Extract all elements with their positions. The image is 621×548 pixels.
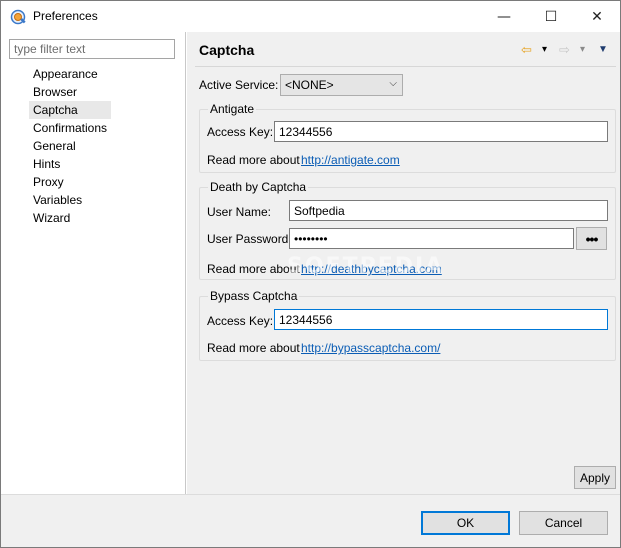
forward-history-menu-icon[interactable]: ▾: [580, 42, 585, 58]
dbc-read-more-label: Read more about: [207, 262, 300, 276]
close-button[interactable]: ✕: [574, 1, 620, 32]
bypass-access-key-input[interactable]: [274, 309, 608, 330]
tree-item-general[interactable]: General: [29, 137, 111, 155]
bypass-link[interactable]: http://bypasscaptcha.com/: [301, 341, 440, 355]
title-bar[interactable]: Preferences — ☐ ✕: [1, 1, 620, 32]
tree-item-proxy[interactable]: Proxy: [29, 173, 111, 191]
reveal-password-dots: •••: [585, 230, 599, 247]
forward-arrow-icon[interactable]: ⇨: [559, 42, 570, 58]
active-service-label: Active Service:: [199, 78, 279, 92]
view-menu-icon[interactable]: ▼: [598, 42, 608, 58]
window-title: Preferences: [33, 9, 98, 23]
apply-button-label: Apply: [579, 470, 611, 485]
preference-page: Captcha ⇦ ▾ ⇨ ▾ ▼ Active Service: <NONE>…: [187, 32, 620, 494]
tree-item-variables[interactable]: Variables: [29, 191, 111, 209]
minimize-icon: —: [497, 8, 511, 25]
tree-item-captcha[interactable]: Captcha: [29, 101, 112, 119]
dbc-password-input[interactable]: [289, 228, 574, 249]
active-service-value: <NONE>: [285, 78, 334, 92]
death-by-captcha-group-title: Death by Captcha: [208, 180, 309, 194]
ok-button-label: OK: [456, 516, 475, 530]
dbc-link[interactable]: http://deathbycaptcha.com: [301, 262, 442, 276]
header-divider: [195, 66, 616, 67]
active-service-select[interactable]: <NONE> ⌵: [280, 74, 403, 96]
preferences-tree: Appearance Browser Captcha Confirmations Gen…: [29, 65, 112, 227]
preferences-window: Preferences — ☐ ✕ AppearanceBrowserCaptc…: [0, 0, 621, 548]
close-icon: ✕: [591, 8, 603, 25]
minimize-button[interactable]: —: [481, 1, 527, 32]
bypass-captcha-group-title: Bypass Captcha: [208, 289, 300, 303]
tree-item-browser[interactable]: Browser: [29, 83, 111, 101]
tree-item-hints[interactable]: Hints: [29, 155, 111, 173]
ok-button[interactable]: OK: [421, 511, 510, 535]
filter-input[interactable]: [9, 39, 175, 59]
bypass-access-key-label: Access Key:: [207, 314, 274, 328]
chevron-down-icon: ⌵: [389, 78, 397, 89]
tree-item-wizard[interactable]: Wizard: [29, 209, 111, 227]
antigate-read-more-label: Read more about: [207, 153, 300, 167]
bypass-read-more-label: Read more about: [207, 341, 300, 355]
dbc-username-input[interactable]: [289, 200, 608, 221]
back-arrow-icon[interactable]: ⇦: [521, 42, 532, 58]
page-header: Captcha ⇦ ▾ ⇨ ▾ ▼: [187, 32, 620, 66]
dialog-button-bar: OK Cancel: [1, 494, 620, 547]
app-icon: [10, 9, 26, 25]
maximize-button[interactable]: ☐: [528, 1, 574, 32]
antigate-access-key-input[interactable]: [274, 121, 608, 142]
cancel-button[interactable]: Cancel: [519, 511, 608, 535]
back-history-menu-icon[interactable]: ▾: [542, 42, 547, 58]
antigate-group-title: Antigate: [208, 102, 257, 116]
maximize-icon: ☐: [544, 8, 558, 25]
cancel-button-label: Cancel: [544, 516, 583, 530]
dbc-password-label: User Password:: [207, 232, 292, 246]
reveal-password-button[interactable]: •••: [576, 227, 607, 250]
page-title: Captcha: [199, 42, 255, 58]
dbc-username-label: User Name:: [207, 205, 272, 219]
preferences-tree-pane: AppearanceBrowserCaptchaConfirmationsGen…: [1, 32, 186, 494]
antigate-access-key-label: Access Key:: [207, 125, 274, 139]
tree-item-confirmations[interactable]: Confirmations: [29, 119, 111, 137]
apply-button[interactable]: Apply: [574, 466, 616, 489]
antigate-link[interactable]: http://antigate.com: [301, 153, 400, 167]
tree-item-appearance[interactable]: Appearance: [29, 65, 111, 83]
